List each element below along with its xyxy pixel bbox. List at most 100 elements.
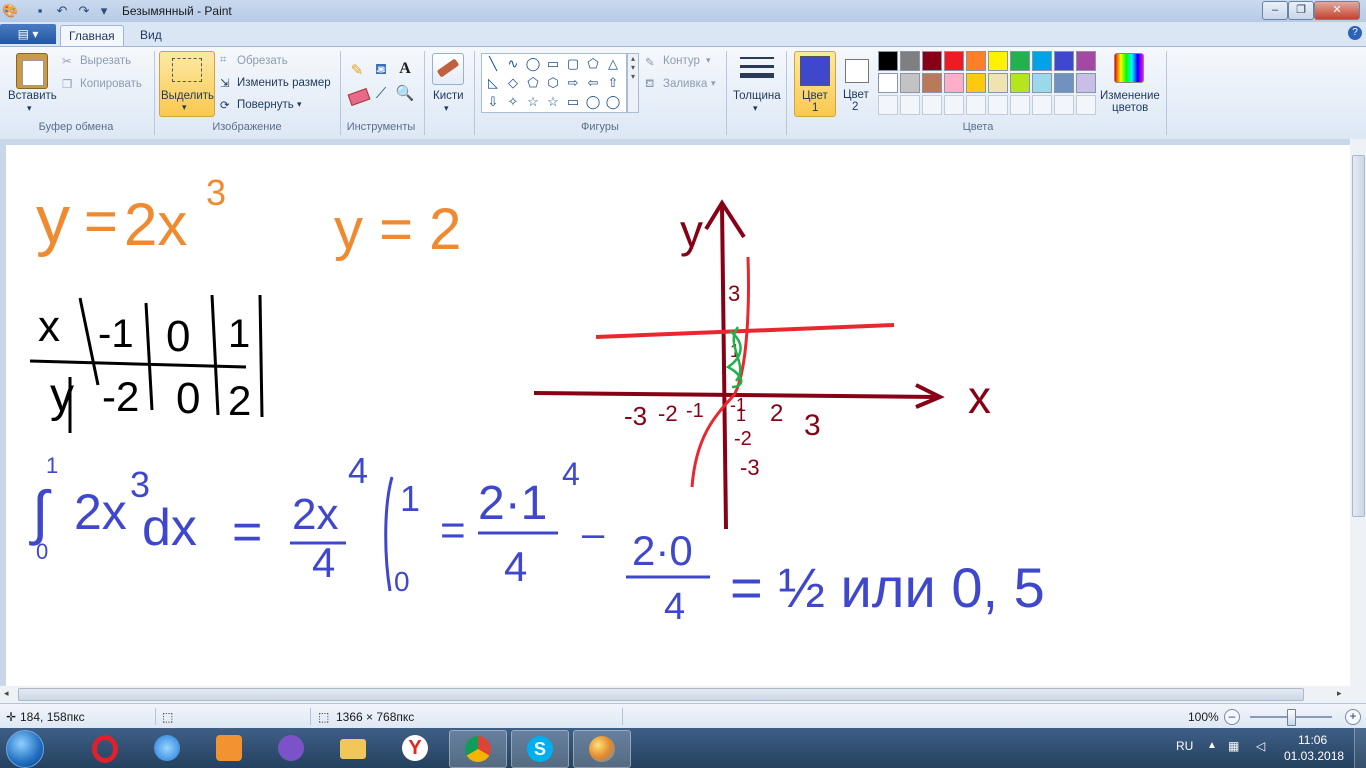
palette-swatch[interactable] — [1054, 73, 1074, 93]
edit-colors-icon[interactable] — [1114, 53, 1144, 83]
vertical-scrollbar[interactable] — [1350, 139, 1366, 686]
taskbar-opera[interactable] — [77, 730, 133, 766]
taskbar-internet-explorer[interactable] — [139, 730, 195, 766]
shape-item[interactable]: ⇩ — [485, 94, 501, 110]
quick-access-dropdown-icon[interactable]: ▾ — [96, 3, 112, 19]
drawing-canvas[interactable]: y = 2x 3 y = 2 x y -1 0 1 -2 0 2 y x 3 1… — [6, 145, 1350, 686]
shape-item[interactable]: ▢ — [565, 56, 581, 72]
taskbar-skype[interactable]: S — [511, 730, 569, 768]
rotate-dropdown-icon[interactable]: ▾ — [297, 99, 302, 110]
size-icon[interactable] — [740, 55, 774, 83]
taskbar-explorer[interactable] — [325, 730, 381, 766]
taskbar-paint[interactable] — [573, 730, 631, 768]
copy-button[interactable]: Копировать — [80, 78, 142, 90]
crop-button[interactable]: Обрезать — [237, 55, 288, 67]
paste-dropdown-icon[interactable]: ▾ — [27, 103, 32, 114]
cut-button[interactable]: Вырезать — [80, 55, 131, 67]
shape-item[interactable]: ∿ — [505, 56, 521, 72]
text-icon[interactable]: A — [395, 60, 415, 80]
shape-item[interactable]: ◯ — [605, 94, 621, 110]
palette-swatch[interactable] — [878, 51, 898, 71]
custom-color-slot[interactable] — [1076, 95, 1096, 115]
palette-swatch[interactable] — [1010, 51, 1030, 71]
palette-swatch[interactable] — [988, 73, 1008, 93]
select-button[interactable]: Выделить ▾ — [159, 51, 215, 117]
shape-item[interactable]: ✧ — [505, 94, 521, 110]
shape-item[interactable]: ⇨ — [565, 75, 581, 91]
shape-item[interactable]: ╲ — [485, 56, 501, 72]
custom-color-slot[interactable] — [922, 95, 942, 115]
shape-item[interactable]: ◯ — [585, 94, 601, 110]
shape-item[interactable]: ◺ — [485, 75, 501, 91]
palette-swatch[interactable] — [878, 73, 898, 93]
clock-time[interactable]: 11:06 — [1298, 733, 1327, 747]
custom-color-slot[interactable] — [900, 95, 920, 115]
show-desktop-button[interactable] — [1354, 728, 1366, 768]
color2-button[interactable]: Цвет 2 — [838, 51, 874, 115]
shape-item[interactable]: ⇦ — [585, 75, 601, 91]
palette-swatch[interactable] — [1076, 73, 1096, 93]
palette-swatch[interactable] — [1032, 51, 1052, 71]
volume-icon[interactable]: ◁ — [1256, 739, 1265, 753]
palette-swatch[interactable] — [900, 51, 920, 71]
shapes-scroll[interactable]: ▴ ▾ ▾ — [627, 53, 639, 113]
brushes-dropdown-icon[interactable]: ▾ — [444, 103, 449, 114]
taskbar-chrome[interactable] — [449, 730, 507, 768]
fill-icon[interactable]: ⛾ — [371, 61, 391, 81]
save-icon[interactable]: ▪ — [32, 3, 48, 19]
color1-button[interactable]: Цвет 1 — [794, 51, 836, 117]
fill-button[interactable]: Заливка — [663, 78, 707, 90]
brushes-icon[interactable] — [432, 53, 464, 85]
brushes-button[interactable]: Кисти — [433, 90, 464, 102]
fill-dropdown-icon[interactable]: ▾ — [711, 78, 716, 89]
palette-swatch[interactable] — [922, 51, 942, 71]
palette-swatch[interactable] — [944, 51, 964, 71]
horizontal-scrollbar[interactable]: ◂ ▸ — [0, 686, 1366, 703]
close-button[interactable]: ✕ — [1314, 1, 1360, 20]
shape-item[interactable]: ⇧ — [605, 75, 621, 91]
tab-view[interactable]: Вид — [132, 25, 170, 45]
palette-swatch[interactable] — [966, 51, 986, 71]
palette-swatch[interactable] — [1076, 51, 1096, 71]
outline-dropdown-icon[interactable]: ▾ — [706, 55, 711, 66]
edit-colors-button[interactable]: Изменение — [1100, 90, 1160, 102]
magnifier-icon[interactable]: 🔍 — [395, 84, 415, 104]
taskbar-yandex-browser[interactable]: Y — [387, 730, 443, 766]
shape-item[interactable]: ⬠ — [585, 56, 601, 72]
custom-color-slot[interactable] — [1054, 95, 1074, 115]
outline-button[interactable]: Контур — [663, 55, 700, 67]
taskbar-media-player[interactable] — [201, 730, 257, 766]
restore-button[interactable]: ❐ — [1288, 1, 1314, 20]
clock-date[interactable]: 01.03.2018 — [1284, 749, 1344, 763]
scroll-left-icon[interactable]: ◂ — [4, 688, 9, 699]
custom-color-slot[interactable] — [988, 95, 1008, 115]
shape-item[interactable]: ◯ — [525, 56, 541, 72]
shape-item[interactable]: ▭ — [565, 94, 581, 110]
redo-icon[interactable]: ↷ — [76, 3, 92, 19]
vertical-scroll-thumb[interactable] — [1352, 155, 1365, 517]
resize-button[interactable]: Изменить размер — [237, 77, 331, 89]
custom-color-slot[interactable] — [966, 95, 986, 115]
size-dropdown-icon[interactable]: ▾ — [753, 103, 758, 114]
custom-color-slot[interactable] — [1032, 95, 1052, 115]
palette-swatch[interactable] — [1054, 51, 1074, 71]
tray-expand-icon[interactable]: ▲ — [1207, 740, 1217, 751]
zoom-in-button[interactable]: + — [1345, 709, 1361, 725]
palette-swatch[interactable] — [988, 51, 1008, 71]
rotate-button[interactable]: Повернуть — [237, 99, 294, 111]
palette-swatch[interactable] — [944, 73, 964, 93]
shape-item[interactable]: ☆ — [545, 94, 561, 110]
zoom-slider-thumb[interactable] — [1287, 709, 1296, 726]
undo-icon[interactable]: ↶ — [54, 3, 70, 19]
custom-color-slot[interactable] — [1010, 95, 1030, 115]
help-icon[interactable]: ? — [1348, 26, 1362, 40]
taskbar-viber[interactable] — [263, 730, 319, 766]
scroll-right-icon[interactable]: ▸ — [1337, 688, 1342, 699]
tab-home[interactable]: Главная — [60, 25, 124, 46]
eraser-icon[interactable] — [347, 87, 371, 107]
network-icon[interactable]: ▦ — [1228, 739, 1239, 753]
palette-swatch[interactable] — [922, 73, 942, 93]
palette-swatch[interactable] — [966, 73, 986, 93]
paste-icon[interactable] — [16, 53, 48, 89]
horizontal-scroll-thumb[interactable] — [18, 688, 1304, 701]
